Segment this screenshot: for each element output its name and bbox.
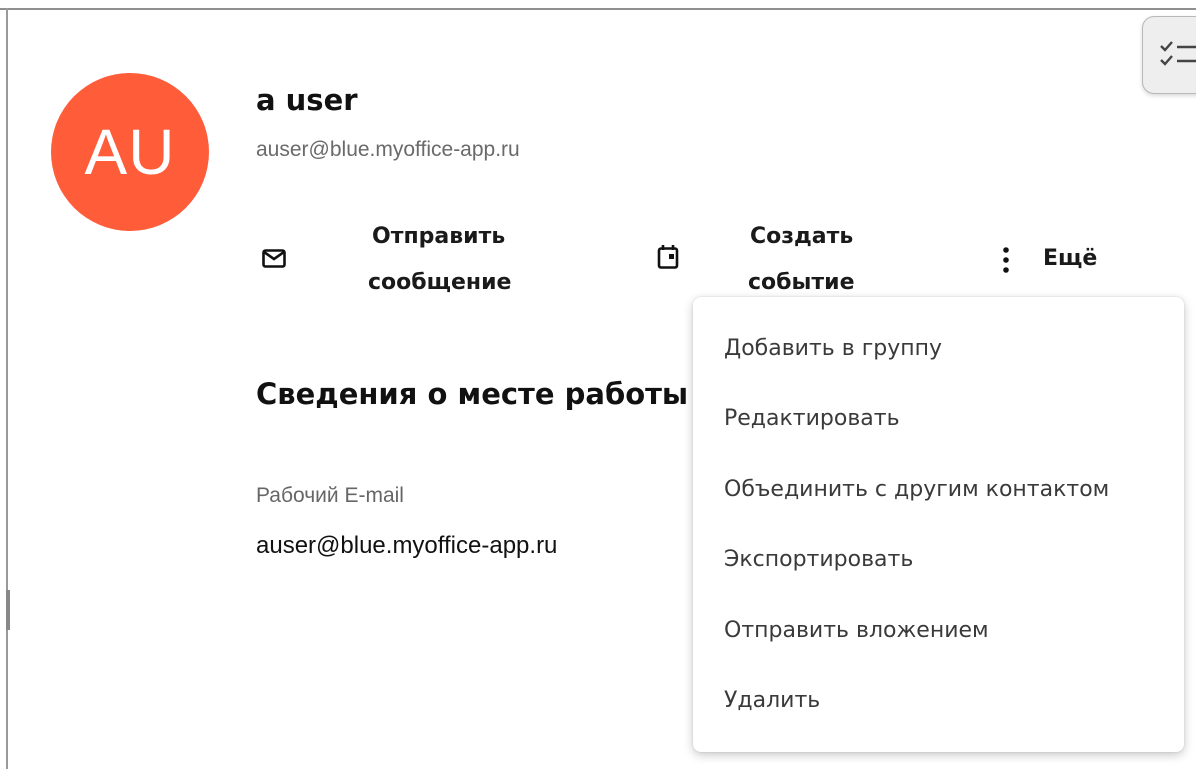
contact-email[interactable]: auser@blue.myoffice-app.ru xyxy=(256,138,520,162)
create-event-label-line1: Создать xyxy=(750,224,854,249)
work-info-title: Сведения о месте работы xyxy=(256,377,689,411)
more-label: Ещё xyxy=(1043,246,1098,271)
avatar: AU xyxy=(51,73,209,231)
more-actions-menu: Добавить в группу Редактировать Объедини… xyxy=(693,297,1184,752)
more-vertical-icon xyxy=(1003,247,1009,273)
menu-item-send-as-attachment[interactable]: Отправить вложением xyxy=(693,596,1184,667)
menu-item-delete[interactable]: Удалить xyxy=(693,666,1184,737)
tasks-panel-button[interactable] xyxy=(1142,16,1196,94)
more-button[interactable]: Ещё xyxy=(996,236,1106,282)
menu-item-add-to-group[interactable]: Добавить в группу xyxy=(693,314,1184,384)
envelope-icon xyxy=(262,249,286,268)
calendar-icon xyxy=(657,245,679,269)
send-message-label-line1: Отправить xyxy=(372,224,506,249)
menu-item-merge-contact[interactable]: Объединить с другим контактом xyxy=(693,455,1184,526)
resize-handle[interactable] xyxy=(6,590,10,630)
work-email-label: Рабочий E-mail xyxy=(256,484,404,507)
window-left-border xyxy=(6,8,8,769)
menu-item-edit[interactable]: Редактировать xyxy=(693,384,1184,455)
menu-item-export[interactable]: Экспортировать xyxy=(693,525,1184,596)
send-message-button[interactable]: Отправить сообщение xyxy=(256,214,556,306)
window-top-border xyxy=(0,0,1196,10)
contact-card-page: AU a user auser@blue.myoffice-app.ru Отп… xyxy=(0,0,1196,769)
create-event-button[interactable]: Создать событие xyxy=(652,214,902,306)
send-message-label-line2: сообщение xyxy=(368,270,512,295)
checklist-icon xyxy=(1160,41,1196,66)
contact-name: a user xyxy=(256,83,358,117)
work-email-value[interactable]: auser@blue.myoffice-app.ru xyxy=(256,532,557,560)
